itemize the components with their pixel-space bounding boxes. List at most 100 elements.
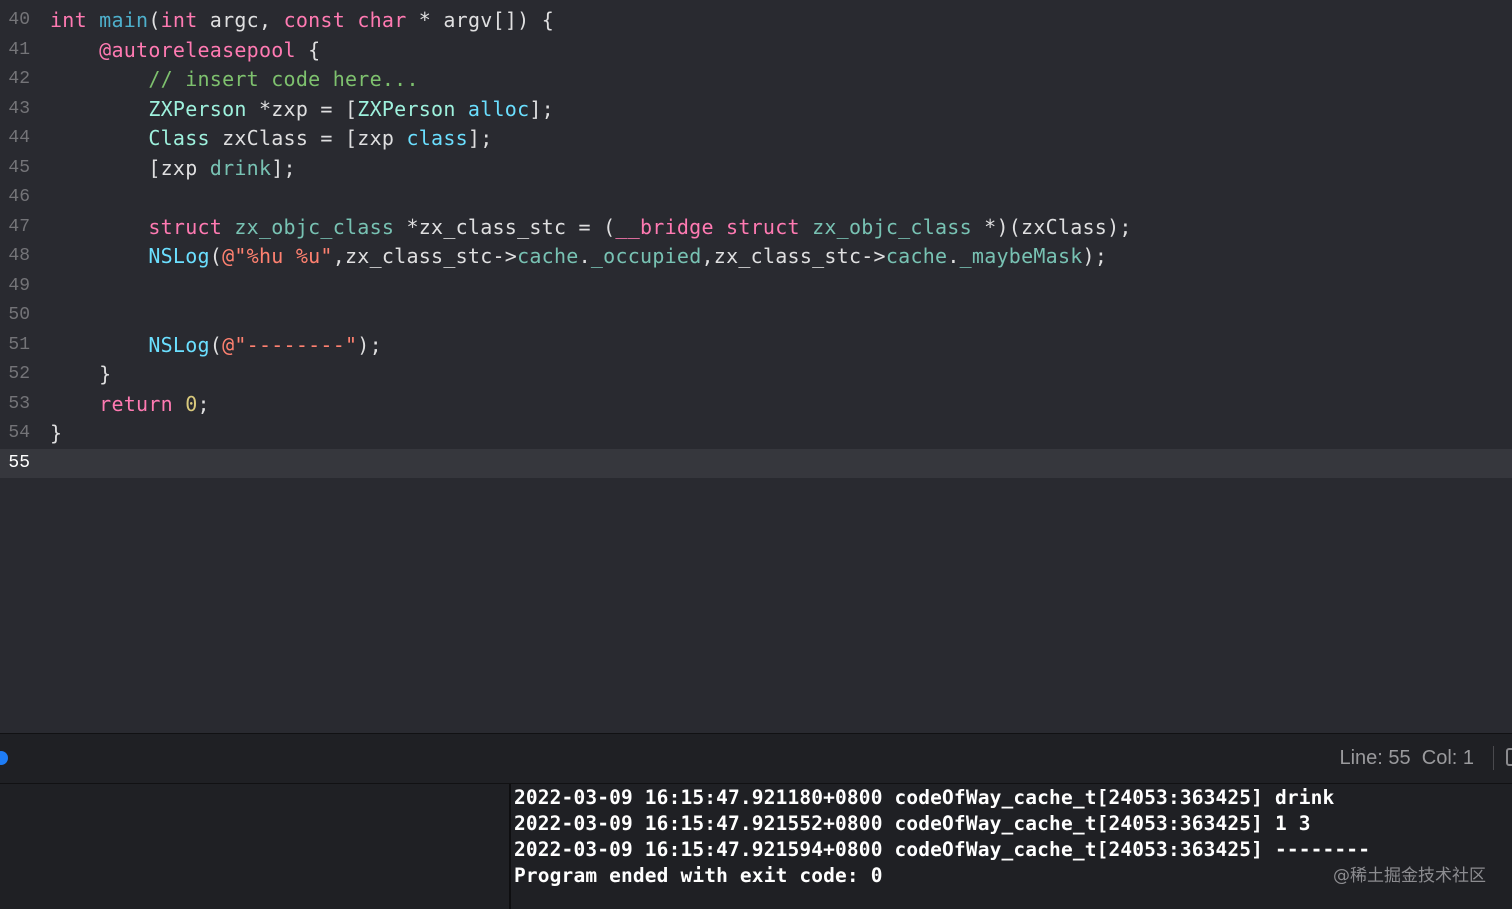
code-token: zx_objc_class — [812, 214, 972, 239]
code-token: } — [50, 362, 112, 386]
split-panel-icon[interactable] — [1506, 748, 1512, 766]
code-token: int — [50, 8, 87, 32]
code-token: NSLog — [148, 332, 210, 357]
code-token: ( — [209, 332, 223, 357]
code-line[interactable]: 46 — [0, 183, 1512, 213]
code-text: struct zx_objc_class *zx_class_stc = (__… — [50, 213, 1132, 243]
code-token: struct — [726, 214, 800, 239]
code-token: _maybeMask — [959, 244, 1083, 268]
variables-view[interactable] — [0, 784, 509, 909]
code-text: } — [50, 419, 62, 449]
code-line[interactable]: 52 } — [0, 360, 1512, 390]
code-token: return — [99, 391, 173, 416]
code-line[interactable]: 54} — [0, 419, 1512, 449]
code-text: Class zxClass = [zxp class]; — [50, 124, 493, 154]
code-token: ]; — [467, 126, 493, 150]
code-token: Class — [148, 126, 210, 150]
code-line[interactable]: 48 NSLog(@"%hu %u",zx_class_stc->cache._… — [0, 242, 1512, 272]
line-number: 52 — [8, 364, 30, 384]
line-number: 47 — [8, 216, 30, 237]
code-line[interactable]: 41 @autoreleasepool { — [0, 36, 1512, 66]
code-line[interactable]: 43 ZXPerson *zxp = [ZXPerson alloc]; — [0, 95, 1512, 125]
code-line[interactable]: 50 — [0, 301, 1512, 331]
line-number: 54 — [8, 423, 30, 443]
code-token: ); — [357, 332, 382, 357]
code-token: } — [50, 421, 63, 445]
code-token: zx_objc_class — [234, 214, 395, 239]
code-token: *zxp = [ — [246, 96, 358, 121]
cursor-position-label: Line: 55 Col: 1 — [1339, 747, 1474, 769]
code-line[interactable]: 49 — [0, 272, 1512, 302]
status-divider — [1493, 746, 1494, 770]
debug-console[interactable]: 2022-03-09 16:15:47.921180+0800 codeOfWa… — [511, 784, 1512, 909]
line-number: 40 — [8, 10, 30, 30]
code-token: @"%hu %u" — [222, 244, 333, 268]
breakpoint-toggle-icon[interactable] — [0, 751, 8, 765]
code-text: @autoreleasepool { — [50, 36, 320, 66]
code-token: cache — [885, 244, 948, 268]
code-text: [zxp drink]; — [50, 154, 296, 184]
code-token: ; — [197, 391, 210, 416]
code-token: ]; — [271, 155, 296, 180]
code-token: class — [406, 126, 468, 150]
line-number: 41 — [8, 39, 30, 60]
code-line[interactable]: 47 struct zx_objc_class *zx_class_stc = … — [0, 213, 1512, 243]
code-line[interactable]: 44 Class zxClass = [zxp class]; — [0, 124, 1512, 154]
site-watermark: @稀土掘金技术社区 — [1333, 866, 1486, 886]
code-line[interactable]: 53 return 0; — [0, 390, 1512, 420]
code-text: // insert code here... — [50, 65, 419, 95]
console-exit-line: Program ended with exit code: 0 — [514, 864, 883, 887]
xcode-window: 40 int main(int argc, const char * argv[]… — [0, 0, 1512, 909]
line-number: 45 — [8, 157, 30, 178]
code-line[interactable]: 42 // insert code here... — [0, 65, 1512, 95]
code-token: @"--------" — [222, 332, 358, 357]
source-editor[interactable]: 40 int main(int argc, const char * argv[]… — [0, 0, 1512, 733]
code-token: ]; — [529, 96, 554, 121]
console-line: 2022-03-09 16:15:47.921552+0800 codeOfWa… — [514, 812, 1311, 835]
code-token: . — [578, 244, 591, 268]
code-line[interactable]: 51 NSLog(@"--------"); — [0, 331, 1512, 361]
code-token: zxClass = [zxp — [209, 126, 407, 150]
code-token: struct — [148, 214, 223, 239]
console-line: 2022-03-09 16:15:47.921594+0800 codeOfWa… — [514, 838, 1371, 861]
code-token: { — [295, 37, 321, 62]
code-token: int — [160, 8, 198, 32]
code-token: drink — [209, 155, 272, 180]
line-number: 50 — [8, 305, 30, 325]
code-token: cache — [517, 244, 579, 268]
code-token: const — [283, 8, 346, 32]
code-token: argc, — [197, 8, 284, 32]
code-token: *)(zxClass); — [971, 214, 1132, 239]
code-line[interactable]: 40 int main(int argc, const char * argv[]… — [0, 6, 1512, 36]
code-token: _occupied — [590, 244, 702, 268]
code-text: } — [50, 360, 111, 390]
current-code-line[interactable]: 55 — [0, 448, 1512, 478]
code-token: main — [99, 8, 149, 32]
code-line[interactable]: 45 [zxp drink]; — [0, 154, 1512, 184]
code-token: ); — [1082, 244, 1108, 268]
line-number: 43 — [8, 98, 30, 119]
line-number: 51 — [8, 334, 30, 355]
code-token: ,zx_class_stc-> — [332, 244, 518, 268]
line-number: 48 — [8, 246, 30, 266]
code-token: @autoreleasepool — [99, 37, 296, 62]
code-text: int main(int argc, const char * argv[]) … — [50, 6, 554, 36]
code-token: NSLog — [148, 244, 210, 268]
line-number: 55 — [8, 452, 30, 473]
line-number: 49 — [8, 275, 30, 296]
code-token: ( — [148, 8, 161, 32]
code-token: ,zx_class_stc-> — [701, 244, 886, 268]
code-token: // insert code here... — [148, 67, 419, 91]
